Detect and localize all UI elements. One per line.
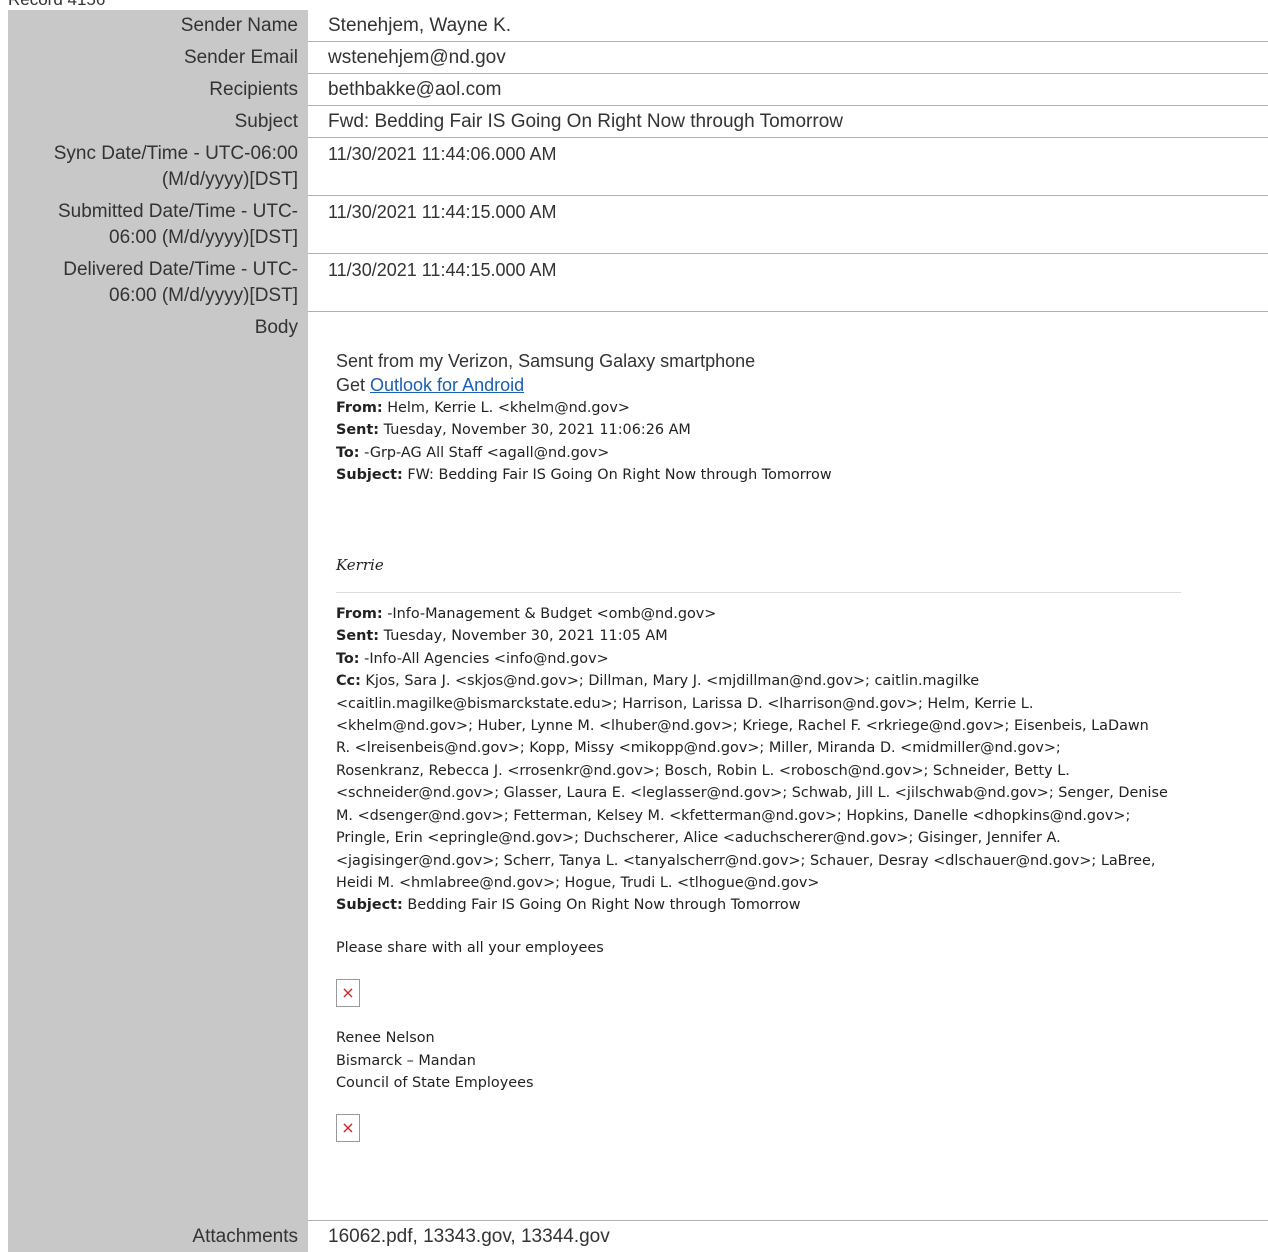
fwd2-subject: Subject: Bedding Fair IS Going On Right … bbox=[336, 894, 1268, 916]
attachments-label: Attachments bbox=[8, 1221, 308, 1252]
fwd2-sent-value: Tuesday, November 30, 2021 11:05 AM bbox=[379, 628, 668, 645]
delivered-date-label-line1: Delivered Date/Time - UTC- bbox=[63, 259, 298, 280]
fwd1-subject: Subject: FW: Bedding Fair IS Going On Ri… bbox=[336, 464, 1268, 486]
fwd1-sent-value: Tuesday, November 30, 2021 11:06:26 AM bbox=[379, 422, 691, 439]
sent-from-line: Sent from my Verizon, Samsung Galaxy sma… bbox=[336, 351, 756, 371]
fwd2-sent-label: Sent: bbox=[336, 628, 380, 645]
cc-line: <jagisinger@nd.gov>; Scherr, Tanya L. <t… bbox=[336, 852, 1156, 869]
fwd2-subject-value: Bedding Fair IS Going On Right Now throu… bbox=[402, 897, 801, 914]
cc-line: <schneider@nd.gov>; Glasser, Laura E. <l… bbox=[336, 785, 1168, 802]
fwd2-cc-label: Cc: bbox=[336, 673, 361, 690]
fwd1-sent-label: Sent: bbox=[336, 422, 380, 439]
cc-line: Cc: Kjos, Sara J. <skjos@nd.gov>; Dillma… bbox=[336, 670, 1268, 692]
renee-org: Council of State Employees bbox=[336, 1074, 534, 1091]
attachments-value: 16062.pdf, 13343.gov, 13344.gov bbox=[328, 1226, 610, 1247]
fwd1-to: To: -Grp-AG All Staff <agall@nd.gov> bbox=[336, 442, 1268, 464]
renee-city: Bismarck – Mandan bbox=[336, 1052, 476, 1069]
subject-label: Subject bbox=[8, 106, 308, 138]
outlook-for-android-link[interactable]: Outlook for Android bbox=[370, 375, 524, 395]
recipients-label: Recipients bbox=[8, 74, 308, 106]
broken-image-icon: × bbox=[336, 979, 360, 1008]
fwd1-sent: Sent: Tuesday, November 30, 2021 11:06:2… bbox=[336, 419, 1268, 441]
sync-date-label-line1: Sync Date/Time - UTC-06:00 bbox=[53, 143, 298, 164]
fwd1-to-value: -Grp-AG All Staff <agall@nd.gov> bbox=[359, 444, 610, 461]
fwd1-subject-value: FW: Bedding Fair IS Going On Right Now t… bbox=[402, 467, 832, 484]
get-outlook-line: Get Outlook for Android bbox=[336, 373, 1268, 397]
cc-line: Pringle, Erin <epringle@nd.gov>; Duchsch… bbox=[336, 830, 1061, 847]
fwd2-to: To: -Info-All Agencies <info@nd.gov> bbox=[336, 648, 1268, 670]
cc-line: Heidi M. <hmlabree@nd.gov>; Hogue, Trudi… bbox=[336, 874, 820, 891]
fwd1-from-label: From: bbox=[336, 400, 383, 416]
cc-line: <caitlin.magilke@bismarckstate.edu>; Har… bbox=[336, 695, 1034, 712]
email-body: Sent from my Verizon, Samsung Galaxy sma… bbox=[308, 312, 1268, 1172]
fwd1-subject-label: Subject: bbox=[336, 467, 403, 484]
fwd1-from: From: Helm, Kerrie L. <khelm@nd.gov> bbox=[336, 397, 1268, 419]
broken-image-icon: × bbox=[336, 1114, 360, 1143]
fwd2-to-label: To: bbox=[336, 650, 360, 667]
fwd2-cc: Cc: Kjos, Sara J. <skjos@nd.gov>; Dillma… bbox=[336, 670, 1268, 894]
fwd2-from: From: -Info-Management & Budget <omb@nd.… bbox=[336, 603, 1268, 625]
submitted-date-label-line2: 06:00 (M/d/yyyy)[DST] bbox=[109, 227, 298, 248]
submitted-date-value: 11/30/2021 11:44:15.000 AM bbox=[308, 196, 1268, 254]
record-grid: Sender Name Stenehjem, Wayne K. Sender E… bbox=[8, 10, 1268, 1252]
body-value: Sent from my Verizon, Samsung Galaxy sma… bbox=[308, 312, 1268, 1221]
delivered-date-value: 11/30/2021 11:44:15.000 AM bbox=[308, 254, 1268, 312]
fwd1-from-value: Helm, Kerrie L. <khelm@nd.gov> bbox=[382, 400, 630, 416]
sender-email-value: wstenehjem@nd.gov bbox=[308, 42, 1268, 74]
divider bbox=[336, 592, 1181, 594]
share-text: Please share with all your employees bbox=[336, 939, 604, 956]
cc-line: M. <dsenger@nd.gov>; Fetterman, Kelsey M… bbox=[336, 807, 1131, 824]
sync-date-label-line2: (M/d/yyyy)[DST] bbox=[161, 169, 298, 190]
fwd2-sent: Sent: Tuesday, November 30, 2021 11:05 A… bbox=[336, 625, 1268, 647]
sender-email-label: Sender Email bbox=[8, 42, 308, 74]
fwd2-subject-label: Subject: bbox=[336, 897, 403, 914]
delivered-date-label: Delivered Date/Time - UTC- 06:00 (M/d/yy… bbox=[8, 254, 308, 312]
sender-name-label: Sender Name bbox=[8, 10, 308, 42]
sync-date-label: Sync Date/Time - UTC-06:00 (M/d/yyyy)[DS… bbox=[8, 138, 308, 196]
subject-value: Fwd: Bedding Fair IS Going On Right Now … bbox=[308, 106, 1268, 138]
delivered-date-label-line2: 06:00 (M/d/yyyy)[DST] bbox=[109, 285, 298, 306]
body-label: Body bbox=[8, 312, 308, 1221]
fwd1-to-label: To: bbox=[336, 444, 360, 461]
sender-name-value: Stenehjem, Wayne K. bbox=[308, 10, 1268, 42]
cc-line: Rosenkranz, Rebecca J. <rrosenkr@nd.gov>… bbox=[336, 762, 1070, 779]
kerrie-signature: Kerrie bbox=[336, 555, 384, 574]
get-prefix: Get bbox=[336, 375, 371, 395]
fwd2-from-value: -Info-Management & Budget <omb@nd.gov> bbox=[382, 606, 717, 623]
renee-name: Renee Nelson bbox=[336, 1030, 435, 1047]
submitted-date-label: Submitted Date/Time - UTC- 06:00 (M/d/yy… bbox=[8, 196, 308, 254]
fwd2-from-label: From: bbox=[336, 606, 383, 623]
recipients-value: bethbakke@aol.com bbox=[308, 74, 1268, 106]
fwd2-to-value: -Info-All Agencies <info@nd.gov> bbox=[359, 650, 609, 667]
record-title: Record 4156 bbox=[8, 0, 105, 10]
submitted-date-label-line1: Submitted Date/Time - UTC- bbox=[57, 201, 298, 222]
cc-line-text: Kjos, Sara J. <skjos@nd.gov>; Dillman, M… bbox=[360, 673, 980, 690]
sync-date-value: 11/30/2021 11:44:06.000 AM bbox=[308, 138, 1268, 196]
cc-line: <khelm@nd.gov>; Huber, Lynne M. <lhuber@… bbox=[336, 718, 1149, 735]
cc-line: R. <lreisenbeis@nd.gov>; Kopp, Missy <mi… bbox=[336, 740, 1061, 757]
